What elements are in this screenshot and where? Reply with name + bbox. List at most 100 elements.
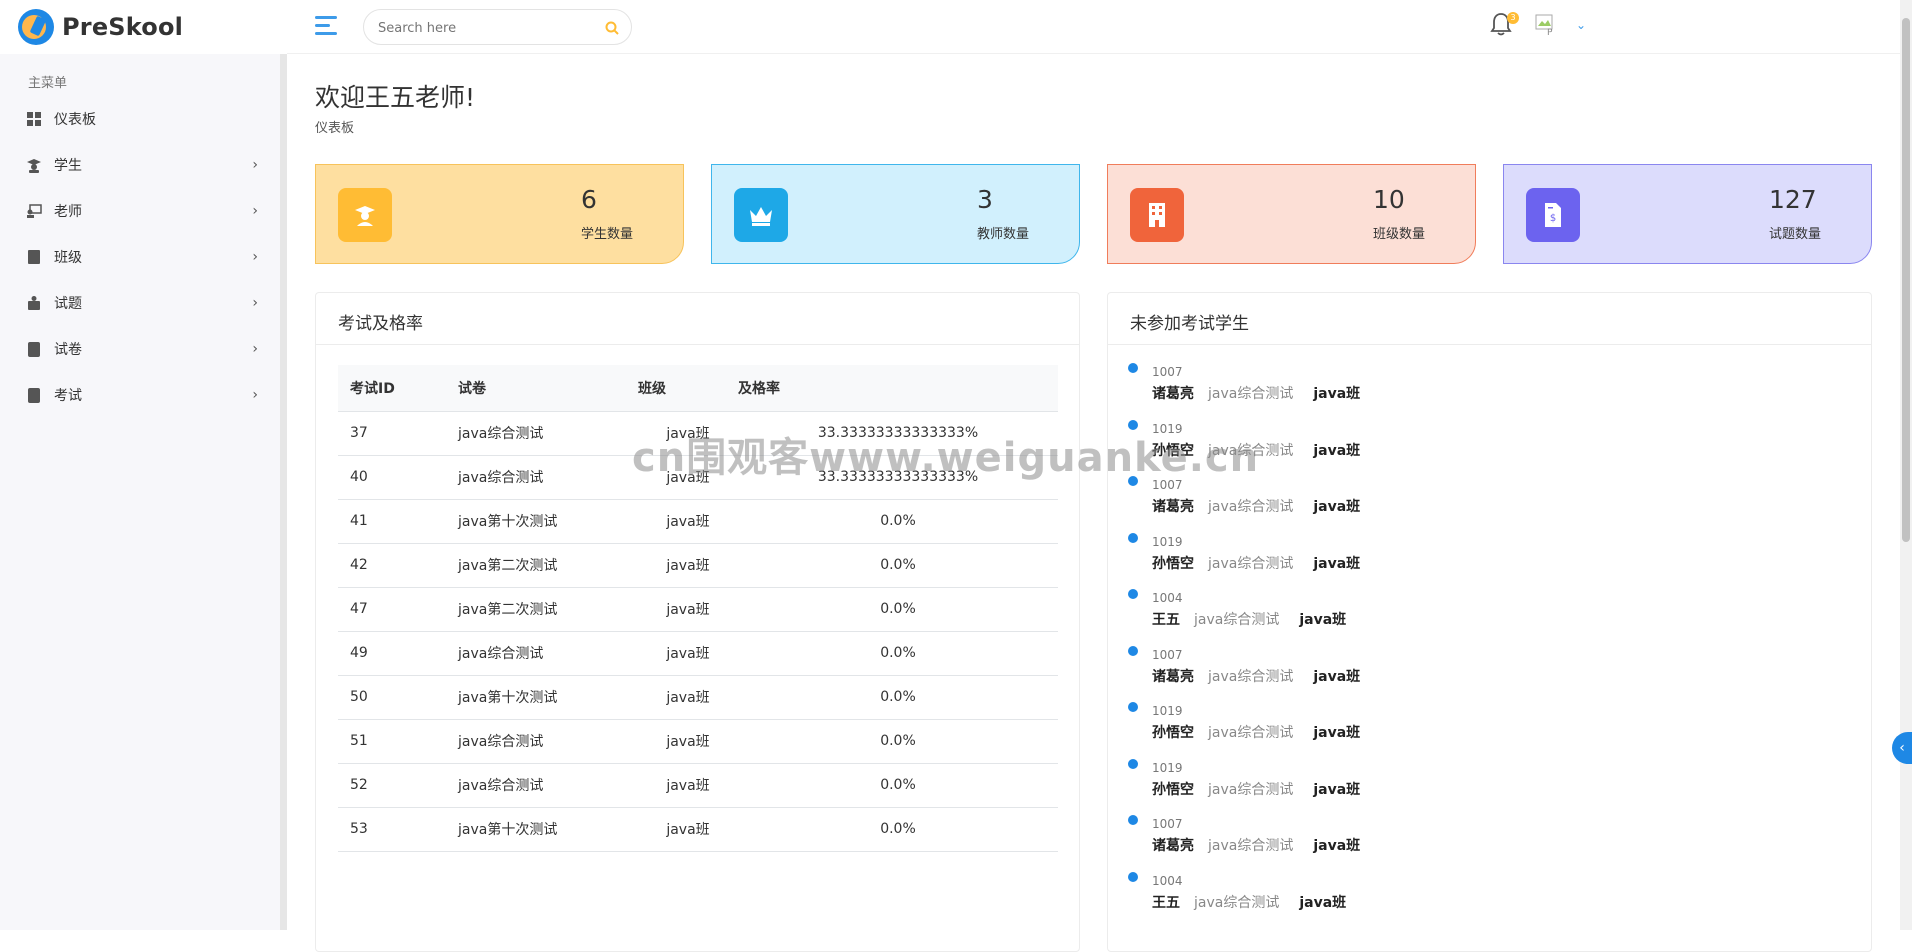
stat-card-students: 6 学生数量 [315, 164, 684, 264]
sidebar: PreSkool 主菜单 仪表板 学生 › 老师 › 班级 › 试题 › 试卷 … [0, 0, 287, 930]
student-info: 王五 java综合测试 java班 [1152, 609, 1346, 629]
paper-cell: java第十次测试 [446, 498, 638, 543]
watermark: cn围观客www.weiguanke.cn [632, 435, 1260, 481]
stat-card-teachers: 3 教师数量 [711, 164, 1080, 264]
sidebar-item-label: 班级 [54, 250, 82, 266]
search-input[interactable] [378, 18, 588, 38]
sidebar-scrollbar[interactable] [280, 54, 287, 930]
sidebar-item-questions[interactable]: 试题 › [0, 281, 280, 325]
table-row: 42 java第二次测试 java班 0.0% [338, 542, 1058, 587]
exam-id-cell: 51 [338, 718, 446, 763]
exam-id-cell: 47 [338, 586, 446, 631]
pass-rate-cell: 0.0% [738, 498, 1058, 543]
stat-value: 3 [977, 185, 993, 214]
class-name: java班 [1313, 781, 1361, 798]
student-name: 孙悟空 [1152, 555, 1194, 572]
test-name: java综合测试 [1208, 838, 1294, 854]
exam-id-cell: 40 [338, 454, 446, 499]
scrollbar-thumb[interactable] [1902, 18, 1910, 542]
stat-label: 学生数量 [581, 227, 634, 242]
chevron-right-icon: › [252, 341, 258, 357]
list-item: 1004 王五 java综合测试 java班 [1128, 589, 1628, 639]
list-item: 1019 孙悟空 java综合测试 java班 [1128, 702, 1628, 752]
paper-icon [26, 341, 42, 357]
student-id: 1019 [1152, 704, 1183, 718]
sidebar-item-label: 学生 [54, 158, 82, 174]
dashboard-icon [26, 111, 42, 127]
test-name: java综合测试 [1208, 781, 1294, 798]
student-info: 诸葛亮 java综合测试 java班 [1152, 383, 1360, 403]
student-info: 诸葛亮 java综合测试 java班 [1152, 666, 1360, 686]
divider [316, 344, 1079, 345]
student-id: 1004 [1152, 873, 1183, 888]
class-name: java班 [1313, 555, 1361, 572]
question-icon [26, 295, 42, 311]
sidebar-item-label: 老师 [54, 204, 82, 220]
class-cell: java班 [638, 762, 738, 807]
menu-toggle-icon[interactable] [315, 16, 337, 36]
timeline-dot [1128, 589, 1138, 599]
teacher-icon [26, 203, 42, 219]
table-row: 50 java第十次测试 java班 0.0% [338, 674, 1058, 719]
student-id: 1007 [1152, 817, 1183, 831]
topbar [287, 0, 1912, 54]
timeline-dot [1128, 532, 1138, 543]
student-info: 孙悟空 java综合测试 java班 [1152, 553, 1360, 573]
student-name: 诸葛亮 [1152, 668, 1194, 685]
search-icon[interactable] [605, 20, 619, 35]
chevron-right-icon: › [252, 157, 258, 173]
chevron-left-icon[interactable]: ‹ [1892, 732, 1912, 764]
pass-rate-cell: 0.0% [738, 586, 1058, 631]
search-box [363, 9, 632, 45]
sidebar-item-label: 试题 [54, 296, 82, 312]
paper-cell: java综合测试 [446, 718, 638, 763]
chevron-right-icon: › [252, 387, 258, 403]
table-row: 49 java综合测试 java班 0.0% [338, 630, 1058, 675]
pass-rate-cell: 0.0% [738, 762, 1058, 807]
student-info: 王五 java综合测试 java班 [1152, 892, 1346, 912]
stat-value: 6 [581, 185, 597, 214]
list-item: 1007 诸葛亮 java综合测试 java班 [1128, 363, 1628, 413]
paper-cell: java第二次测试 [446, 542, 638, 587]
sidebar-item-dashboard[interactable]: 仪表板 [0, 97, 280, 141]
student-name: 诸葛亮 [1152, 499, 1194, 515]
exam-id-cell: 41 [338, 498, 446, 543]
page-title: 欢迎王五老师! [315, 83, 476, 112]
absent-students-panel: 未参加考试学生 1007 诸葛亮 java综合测试 java班 1019 孙悟空 java综… [1107, 292, 1872, 952]
brand-name: PreSkool [62, 13, 184, 41]
exam-id-cell: 50 [338, 674, 446, 719]
student-id: 1004 [1152, 591, 1183, 605]
column-header: 考试ID [338, 365, 446, 411]
timeline-dot [1128, 871, 1138, 882]
class-name: java班 [1313, 838, 1361, 854]
chevron-down-icon[interactable]: ⌄ [1576, 18, 1586, 32]
exam-id-cell: 52 [338, 762, 446, 807]
exam-pass-rate-panel: 考试及格率 考试ID 试卷 班级 及格率 37 java综合测试 java班 33.3… [315, 292, 1080, 952]
student-icon [26, 157, 42, 173]
list-item: 1007 诸葛亮 java综合测试 java班 [1128, 476, 1628, 526]
chevron-right-icon: › [252, 249, 258, 265]
class-cell: java班 [638, 674, 738, 719]
brand[interactable]: PreSkool [0, 0, 287, 54]
class-name: java班 [1313, 442, 1361, 459]
student-info: 孙悟空 java综合测试 java班 [1152, 779, 1360, 799]
paper-cell: java综合测试 [446, 762, 638, 807]
sidebar-item-classes[interactable]: 班级 › [0, 235, 280, 279]
timeline-dot [1128, 702, 1138, 712]
avatar[interactable]: P [1535, 14, 1557, 38]
stat-label: 试题数量 [1769, 227, 1822, 242]
test-name: java综合测试 [1208, 725, 1294, 741]
sidebar-item-students[interactable]: 学生 › [0, 143, 280, 187]
building-icon [26, 249, 42, 265]
paper-cell: java综合测试 [446, 454, 638, 499]
paper-cell: java综合测试 [446, 630, 638, 675]
avatar-alt-text: P [1547, 28, 1553, 38]
divider [1108, 344, 1871, 345]
list-item: 1019 孙悟空 java综合测试 java班 [1128, 532, 1628, 583]
sidebar-item-teachers[interactable]: 老师 › [0, 189, 280, 233]
sidebar-item-papers[interactable]: 试卷 › [0, 327, 280, 371]
sidebar-item-exams[interactable]: 考试 › [0, 373, 280, 417]
student-id: 1007 [1152, 647, 1183, 662]
exam-id-cell: 42 [338, 542, 446, 587]
student-id: 1019 [1152, 534, 1183, 549]
